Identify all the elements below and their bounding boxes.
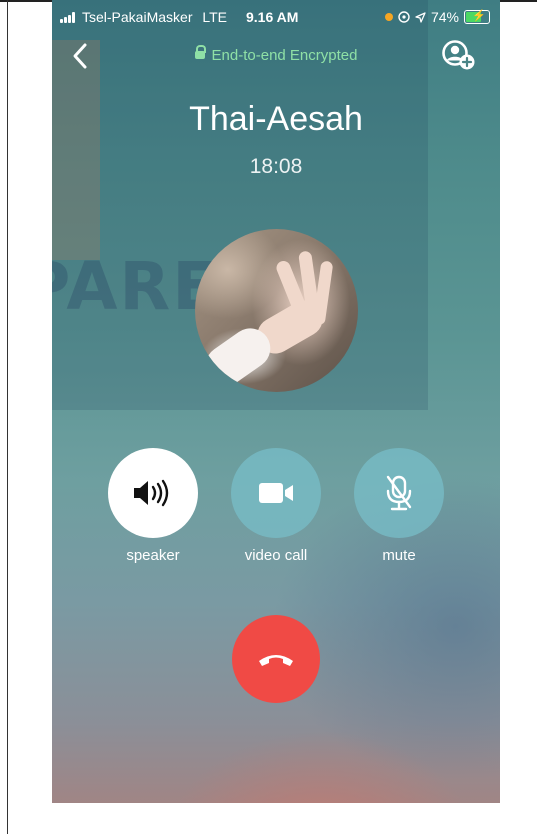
orientation-lock-icon: [398, 11, 410, 23]
phone-hangup-icon: [259, 655, 293, 666]
carrier-name: Tsel-PakaiMasker: [82, 9, 193, 25]
add-user-icon[interactable]: [440, 40, 476, 72]
location-arrow-icon: [415, 11, 426, 23]
speaker-button[interactable]: speaker: [108, 448, 198, 564]
mute-label: mute: [382, 547, 416, 564]
encryption-notice: End-to-end Encrypted: [52, 45, 500, 64]
mute-button[interactable]: mute: [354, 448, 444, 564]
network-type: LTE: [202, 9, 228, 25]
speaker-label: speaker: [126, 547, 180, 564]
call-duration: 18:08: [249, 155, 303, 178]
frame-left-line: [7, 0, 8, 834]
call-screen: PARE Tsel-PakaiMasker LTE 9.16 AM 74%: [52, 0, 500, 803]
video-call-label: video call: [244, 547, 308, 564]
status-bar: Tsel-PakaiMasker LTE 9.16 AM 74% ⚡: [52, 0, 500, 36]
mute-circle[interactable]: [354, 448, 444, 538]
signal-icon: [60, 12, 78, 23]
video-camera-icon: [259, 483, 293, 503]
end-call-button[interactable]: [232, 615, 320, 703]
battery-percent: 74%: [430, 9, 459, 25]
microphone-muted-icon: [386, 475, 412, 511]
encryption-label: End-to-end Encrypted: [211, 47, 358, 64]
status-time: 9.16 AM: [246, 9, 299, 25]
video-call-button[interactable]: video call: [231, 448, 321, 564]
battery-icon: ⚡: [464, 10, 490, 24]
avatar: [195, 229, 358, 392]
privacy-indicator-icon: [384, 13, 393, 21]
carrier-info: Tsel-PakaiMasker LTE: [82, 9, 227, 25]
status-right: 74% ⚡: [384, 9, 490, 25]
contact-name: Thai-Aesah: [189, 100, 363, 138]
speaker-circle[interactable]: [108, 448, 198, 538]
speaker-icon: [134, 479, 169, 507]
lock-icon: [194, 45, 206, 59]
video-call-circle[interactable]: [231, 448, 321, 538]
